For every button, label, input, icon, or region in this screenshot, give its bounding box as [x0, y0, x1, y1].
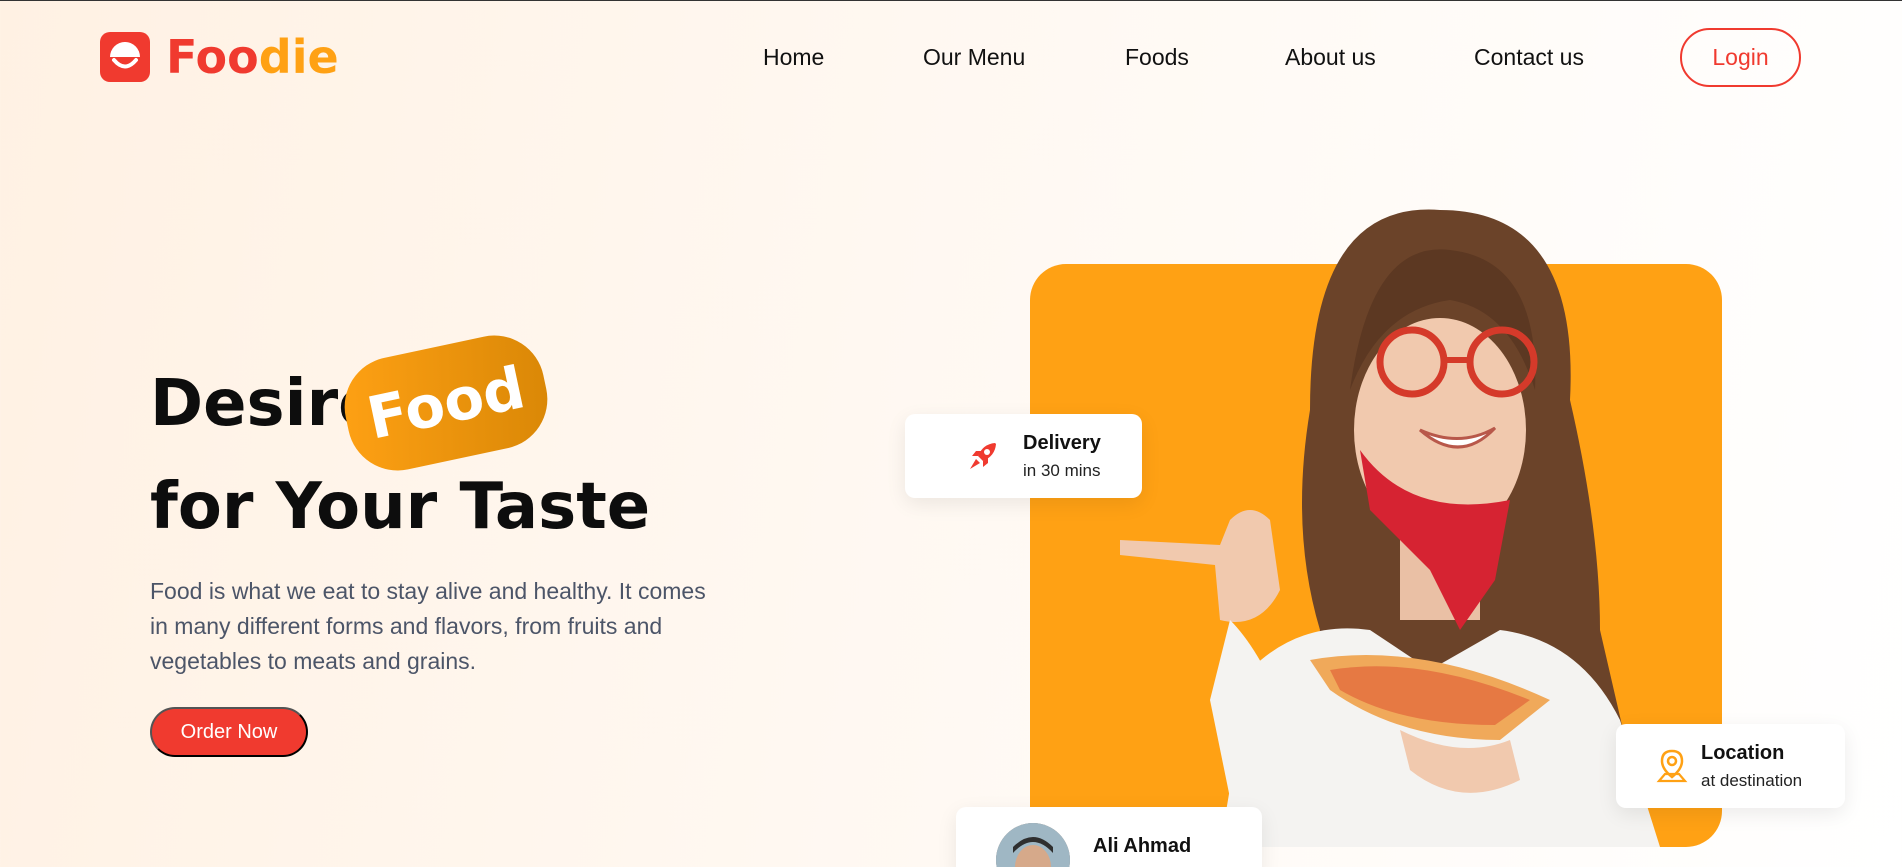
- order-now-button[interactable]: Order Now: [150, 707, 308, 757]
- location-title: Location: [1701, 742, 1785, 764]
- nav-foods[interactable]: Foods: [1125, 44, 1189, 71]
- reviewer-name: Ali Ahmad: [1093, 835, 1192, 857]
- top-border: [0, 0, 1902, 1]
- nav-contact-us[interactable]: Contact us: [1474, 44, 1584, 71]
- nav-about-us[interactable]: About us: [1285, 44, 1376, 71]
- delivery-card: Delivery in 30 mins: [905, 414, 1142, 498]
- delivery-subtitle: in 30 mins: [1023, 461, 1101, 480]
- avatar: [996, 823, 1070, 867]
- brand-name-part2: die: [258, 30, 339, 84]
- nav-our-menu[interactable]: Our Menu: [923, 44, 1025, 71]
- location-card: Location at destination: [1616, 724, 1845, 808]
- location-pin-icon: [1656, 749, 1688, 783]
- cloche-icon: [100, 32, 150, 82]
- brand-name: Foodie: [166, 34, 339, 80]
- hero-title-highlight: Food: [361, 353, 531, 453]
- hero-title-highlight-pill: Food: [335, 326, 557, 480]
- review-card: Ali Ahmad: [956, 807, 1262, 867]
- delivery-title: Delivery: [1023, 432, 1101, 454]
- nav-home[interactable]: Home: [763, 44, 824, 71]
- brand-logo[interactable]: Foodie: [100, 32, 339, 82]
- hero-description: Food is what we eat to stay alive and he…: [150, 578, 706, 674]
- brand-name-part1: Foo: [166, 30, 259, 84]
- login-button[interactable]: Login: [1680, 28, 1801, 87]
- rocket-icon: [970, 443, 996, 469]
- location-subtitle: at destination: [1701, 771, 1803, 790]
- hero-title-line2: for Your Taste: [150, 470, 651, 544]
